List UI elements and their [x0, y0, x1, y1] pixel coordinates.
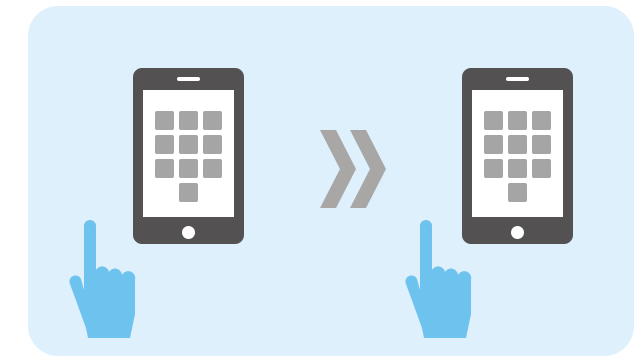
- double-chevron-right-icon: [320, 130, 386, 208]
- hand-shape: [69, 220, 136, 338]
- keypad-key: [203, 135, 222, 154]
- pointing-hand-icon: [405, 220, 472, 338]
- keypad-key: [155, 111, 174, 130]
- keypad-key: [532, 159, 551, 178]
- home-button: [182, 226, 195, 239]
- keypad-key: [508, 135, 527, 154]
- keypad-key: [484, 159, 503, 178]
- phone-screen: [143, 90, 234, 217]
- keypad-key: [203, 111, 222, 130]
- keypad-key: [508, 159, 527, 178]
- keypad-key: [179, 183, 198, 202]
- keypad-key: [179, 159, 198, 178]
- keypad-key: [179, 111, 198, 130]
- home-button: [511, 226, 524, 239]
- speaker-slot: [177, 77, 200, 81]
- keypad-key: [484, 111, 503, 130]
- pointing-hand-icon: [69, 220, 136, 338]
- keypad-key: [155, 135, 174, 154]
- keypad-key: [155, 159, 174, 178]
- keypad-key: [532, 111, 551, 130]
- chevron-1: [320, 130, 356, 208]
- keypad-key: [532, 135, 551, 154]
- speaker-slot: [506, 77, 529, 81]
- hand-shape: [405, 220, 472, 338]
- keypad-key: [203, 159, 222, 178]
- keypad-key: [179, 135, 198, 154]
- keypad-key: [508, 183, 527, 202]
- keypad-key: [484, 135, 503, 154]
- phone-screen: [472, 90, 563, 217]
- keypad-key: [508, 111, 527, 130]
